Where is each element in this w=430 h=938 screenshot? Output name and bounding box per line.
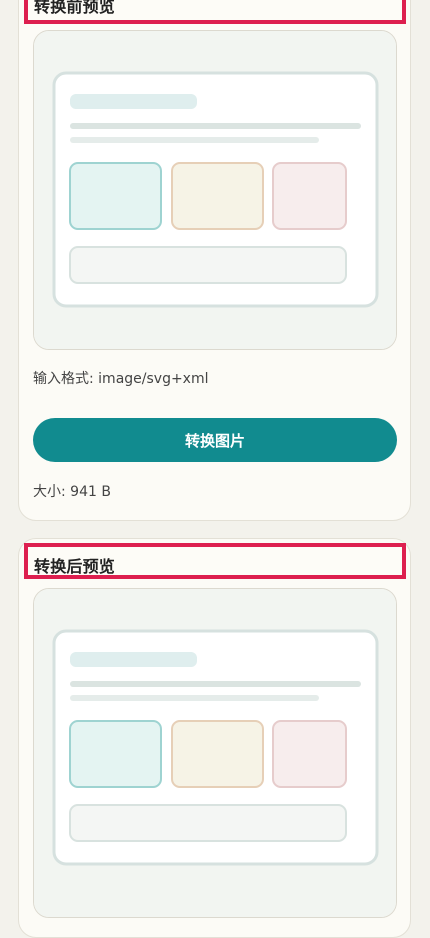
after-preview-heading-box: 转换后预览 [24, 543, 406, 579]
before-preview-image [33, 30, 397, 350]
after-preview-title: 转换后预览 [34, 557, 116, 576]
before-preview-title: 转换前预览 [34, 0, 116, 16]
wireframe-illustration [34, 589, 396, 917]
after-preview-image [33, 588, 397, 918]
convert-image-button[interactable]: 转换图片 [33, 418, 397, 462]
input-format-label: 输入格式: image/svg+xml [33, 371, 209, 387]
wireframe-illustration [34, 31, 396, 349]
file-size-label: 大小: 941 B [33, 484, 111, 500]
before-preview-heading-box: 转换前预览 [24, 0, 406, 24]
